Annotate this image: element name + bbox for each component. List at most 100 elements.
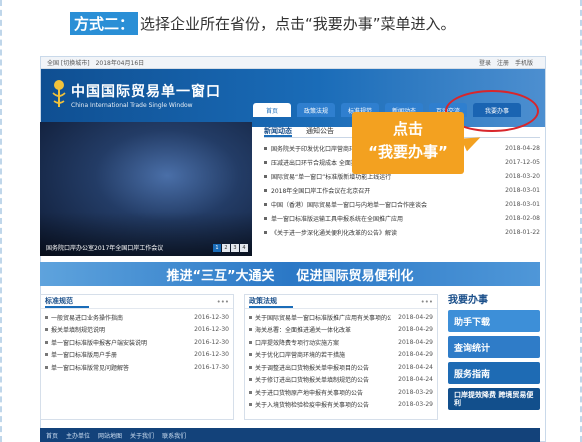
login-link[interactable]: 登录 [479,58,491,67]
list-item[interactable]: 关于调整进出口货物报关单申报项目的公告 2018-04-24 [249,361,433,374]
list-item[interactable]: 报关单填制规范说明 2016-12-30 [45,324,229,337]
query-stats-button[interactable]: 查询统计 [448,336,540,358]
list-item[interactable]: 口岸提效降费专项行动实施方案 2018-04-29 [249,336,433,349]
standards-list: 一般贸易进口业务操作指南 2016-12-30 报关单填制规范说明 2016-12-… [41,309,233,376]
item-title: 关于调整进出口货物报关单申报项目的公告 [255,364,370,372]
item-title: 关于入境货物检验检疫申报有关事项的公告 [255,402,370,410]
bullet-icon [264,216,267,220]
bullet-icon [249,328,252,332]
news-date: 2018-04-28 [505,144,540,152]
item-date: 2018-03-29 [398,401,433,409]
list-item[interactable]: 《关于进一步深化通关便利化改革的公告》解读 2018-01-22 [264,225,540,239]
list-item[interactable]: 关于入境货物检验检疫申报有关事项的公告 2018-03-29 [249,399,433,412]
news-date: 2018-03-01 [505,186,540,194]
slogan-banner: 推进“三互”大通关 促进国际贸易便利化 [40,262,540,286]
list-item[interactable]: 单一窗口标准版运输工具申报系统在全国推广应用 2018-02-08 [264,211,540,225]
item-date: 2016-12-30 [194,338,229,346]
item-title: 关于修订进出口货物报关单填制规范的公告 [255,377,370,385]
item-date: 2016-12-30 [194,351,229,359]
list-item[interactable]: 中国（香港）国际贸易单一窗口与内地单一窗口合作座谈会 2018-03-01 [264,197,540,211]
footer-link-contact[interactable]: 联系我们 [162,431,186,440]
bullet-icon [249,353,252,357]
banner-caption: 国务院口岸办公室2017年全国口岸工作会议 [46,245,164,252]
footer-link-sitemap[interactable]: 网站地图 [98,431,122,440]
banner-carousel[interactable]: 国务院口岸办公室2017年全国口岸工作会议 1 2 3 4 [40,122,252,256]
more-icon[interactable]: ••• [217,298,229,306]
tab-home[interactable]: 首页 [253,103,291,117]
footer-link-organizer[interactable]: 主办单位 [66,431,90,440]
list-item[interactable]: 2018年全国口岸工作会议在北京召开 2018-03-01 [264,183,540,197]
bullet-icon [264,160,267,164]
banner-page-1[interactable]: 1 [213,244,221,252]
footer-link-about[interactable]: 关于我们 [130,431,154,440]
policy-list: 关于国际贸易单一窗口标准版推广应用有关事项的公告 2018-04-29 海关总署：… [245,309,437,413]
news-date: 2018-02-08 [505,214,540,222]
tab-notices[interactable]: 通知公告 [306,124,334,137]
item-title: 关于国际贸易单一窗口标准版推广应用有关事项的公告 [255,314,391,322]
tab-policy[interactable]: 政策法规 [297,103,335,117]
mobile-link[interactable]: 手机版 [515,58,533,67]
callout-box: 点击 “我要办事” [352,112,464,174]
portal-brand[interactable]: 中国国际贸易单一窗口 China International Trade Sin… [71,81,221,109]
item-date: 2018-04-29 [398,313,433,321]
item-date: 2018-04-29 [398,338,433,346]
panel-header: 标准规范 ••• [41,295,233,309]
download-assistant-button[interactable]: 助手下载 [448,310,540,332]
portal-footer: 首页 主办单位 网站地图 关于我们 联系我们 [40,428,540,442]
panel-title: 政策法规 [249,296,293,308]
banner-page-4[interactable]: 4 [240,244,248,252]
instruction-line: 方式二： 选择企业所在省份，点击“我要办事”菜单进入。 [70,11,456,35]
tab-news-updates[interactable]: 新闻动态 [264,124,292,137]
list-item[interactable]: 关于进口货物原产地申报有关事项的公告 2018-03-29 [249,386,433,399]
cost-reduction-banner[interactable]: 口岸提效降费 跨境贸易便利 [448,388,540,410]
footer-link-home[interactable]: 首页 [46,431,58,440]
method-tag: 方式二： [70,11,139,35]
item-date: 2018-04-29 [398,351,433,359]
news-date: 2017-12-05 [505,158,540,166]
item-date: 2018-03-29 [398,388,433,396]
bullet-icon [45,353,48,357]
bullet-icon [249,378,252,382]
list-item[interactable]: 单一窗口标准版申报客户端安装说明 2016-12-30 [45,336,229,349]
banner-page-3[interactable]: 3 [231,244,239,252]
news-title: 2018年全国口岸工作会议在北京召开 [271,187,371,195]
standards-panel: 标准规范 ••• 一般贸易进口业务操作指南 2016-12-30 报关单填制规范说… [40,294,234,420]
services-title[interactable]: 我要办事 [448,290,540,306]
region-switch[interactable]: 全国 [切换城市] [47,58,90,67]
bullet-icon [249,403,252,407]
list-item[interactable]: 海关总署：全面推进通关一体化改革 2018-04-29 [249,324,433,337]
brand-name-cn: 中国国际贸易单一窗口 [71,84,221,100]
item-date: 2016-17-30 [194,363,229,371]
list-item[interactable]: 关于修订进出口货物报关单填制规范的公告 2018-04-24 [249,374,433,387]
item-title: 单一窗口标准版常见问题解答 [51,364,130,372]
news-date: 2018-03-01 [505,200,540,208]
list-item[interactable]: 单一窗口标准版用户手册 2016-12-30 [45,349,229,362]
list-item[interactable]: 一般贸易进口业务操作指南 2016-12-30 [45,311,229,324]
register-link[interactable]: 注册 [497,58,509,67]
more-icon[interactable]: ••• [421,298,433,306]
item-date: 2016-12-30 [194,313,229,321]
service-guide-button[interactable]: 服务指南 [448,362,540,384]
item-title: 海关总署：全面推进通关一体化改革 [255,327,352,335]
bullet-icon [264,188,267,192]
item-title: 口岸提效降费专项行动实施方案 [255,339,340,347]
portal-logo-icon [52,80,66,107]
slogan-left: 推进“三互”大通关 [166,268,275,284]
bullet-icon [249,315,252,319]
bullet-icon [264,230,267,234]
list-item[interactable]: 关于国际贸易单一窗口标准版推广应用有关事项的公告 2018-04-29 [249,311,433,324]
item-title: 关于优化口岸营商环境的若干措施 [255,352,346,360]
portal-topbar: 全国 [切换城市] 2018年04月16日 登录 注册 手机版 [41,57,545,69]
list-item[interactable]: 单一窗口标准版常见问题解答 2016-17-30 [45,361,229,374]
item-date: 2018-04-24 [398,376,433,384]
bullet-icon [264,174,267,178]
banner-page-2[interactable]: 2 [222,244,230,252]
news-title: 单一窗口标准版运输工具申报系统在全国推广应用 [271,215,404,223]
item-title: 单一窗口标准版申报客户端安装说明 [51,339,148,347]
item-date: 2016-12-30 [194,326,229,334]
list-item[interactable]: 关于优化口岸营商环境的若干措施 2018-04-29 [249,349,433,362]
news-date: 2018-03-20 [505,172,540,180]
bullet-icon [45,365,48,369]
bullet-icon [45,340,48,344]
item-title: 单一窗口标准版用户手册 [51,352,118,360]
